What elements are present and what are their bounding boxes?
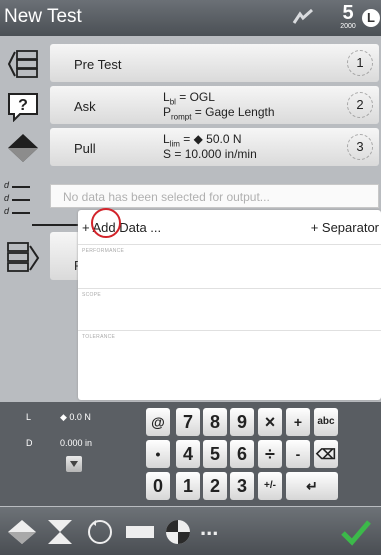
- key-abc[interactable]: abc: [314, 408, 338, 436]
- report-icon[interactable]: [6, 240, 40, 280]
- key-plus-minus[interactable]: +/-: [258, 472, 282, 500]
- hourglass-icon[interactable]: [44, 517, 76, 547]
- signal-icon: [292, 8, 314, 26]
- key-5[interactable]: 5: [203, 440, 227, 468]
- step-name: Pull: [74, 141, 96, 156]
- step-ask[interactable]: ? Ask Lbl = OGL Prompt = Gage Length 2: [0, 86, 381, 126]
- output-dropdown: + Add Data ... + Separator PERFORMANCE S…: [78, 210, 381, 400]
- section-header: TOLERANCE: [82, 334, 116, 340]
- step-name: Ask: [74, 99, 96, 114]
- key-divide[interactable]: ÷: [258, 440, 282, 468]
- report-card[interactable]: R: [50, 232, 83, 280]
- section-header: PERFORMANCE: [82, 248, 125, 254]
- step-pretest[interactable]: Pre Test 1: [0, 44, 381, 84]
- key-2[interactable]: 2: [203, 472, 227, 500]
- key-dot[interactable]: •: [146, 440, 170, 468]
- load-value: ◆ 0.0 N: [60, 412, 91, 422]
- add-separator-button[interactable]: + Separator: [311, 220, 379, 235]
- pull-diamond-icon[interactable]: [6, 517, 38, 547]
- param-line: Prompt = Gage Length: [163, 105, 275, 122]
- key-0[interactable]: 0: [146, 472, 170, 500]
- section-header: SCOPE: [82, 292, 102, 298]
- pretest-icon: [6, 48, 40, 80]
- output-icon[interactable]: d d d: [4, 180, 32, 224]
- load-label: L: [26, 412, 32, 422]
- clock-icon[interactable]: L: [362, 9, 380, 27]
- step-number: 3: [347, 134, 373, 160]
- step-number: 2: [347, 92, 373, 118]
- key-6[interactable]: 6: [230, 440, 254, 468]
- bar-icon[interactable]: [124, 517, 156, 547]
- key-3[interactable]: 3: [230, 472, 254, 500]
- disp-label: D: [26, 438, 33, 448]
- key-at[interactable]: @: [146, 408, 170, 436]
- quadrant-icon[interactable]: [162, 517, 194, 547]
- title-bar: New Test 5 2000 L: [0, 0, 381, 36]
- key-multiply[interactable]: ×: [258, 408, 282, 436]
- key-plus[interactable]: +: [286, 408, 310, 436]
- key-4[interactable]: 4: [176, 440, 200, 468]
- keypad: @ 7 8 9 × + abc • 4 5 6 ÷ - ⌫ 0 1 2 3 +/…: [140, 402, 381, 506]
- cycle-icon[interactable]: [84, 517, 116, 547]
- zero-button[interactable]: [66, 456, 82, 472]
- bottom-toolbar: ...: [0, 507, 381, 555]
- key-7[interactable]: 7: [176, 408, 200, 436]
- step-name: Pre Test: [74, 57, 122, 72]
- check-icon[interactable]: [340, 517, 372, 547]
- live-display: L ◆ 0.0 N D 0.000 in: [0, 402, 140, 506]
- key-8[interactable]: 8: [203, 408, 227, 436]
- step-pull[interactable]: Pull Llim = ◆ 50.0 N S = 10.000 in/min 3: [0, 128, 381, 168]
- callout-line: [32, 224, 78, 226]
- backspace-key[interactable]: ⌫: [314, 440, 338, 468]
- more-icon[interactable]: ...: [200, 515, 232, 545]
- disp-value: 0.000 in: [60, 438, 93, 448]
- param-line: S = 10.000 in/min: [163, 147, 257, 161]
- key-9[interactable]: 9: [230, 408, 254, 436]
- svg-text:?: ?: [18, 97, 28, 114]
- step-number: 1: [347, 50, 373, 76]
- output-placeholder: No data has been selected for output...: [63, 190, 270, 204]
- logo: 5 2000: [340, 2, 356, 30]
- highlight-circle: [91, 208, 121, 238]
- output-field[interactable]: No data has been selected for output...: [50, 184, 379, 208]
- page-title: New Test: [4, 6, 82, 27]
- pull-icon: [6, 132, 40, 164]
- question-icon: ?: [6, 90, 40, 123]
- key-1[interactable]: 1: [176, 472, 200, 500]
- key-minus[interactable]: -: [286, 440, 310, 468]
- enter-key[interactable]: ↵: [286, 472, 338, 500]
